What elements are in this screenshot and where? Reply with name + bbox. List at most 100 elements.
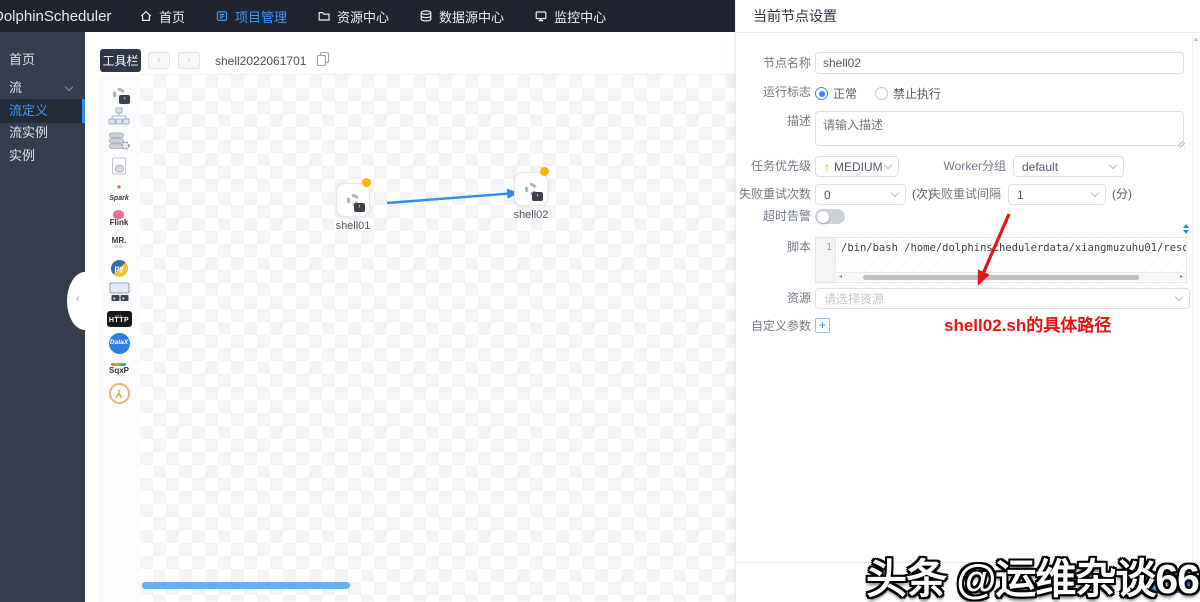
app-logo[interactable]: DolphinScheduler (0, 8, 111, 25)
radio-label: 正常 (833, 87, 858, 101)
status-dot (362, 178, 371, 187)
palette-item-conditions[interactable] (108, 383, 130, 404)
terminal-icon: › (532, 192, 543, 201)
sidebar-collapse-handle[interactable]: ‹ (67, 272, 103, 330)
nav-item-label: 监控中心 (554, 9, 607, 25)
worker-group-value: default (1022, 159, 1059, 174)
priority-value: MEDIUM (834, 159, 883, 174)
palette-item-sql[interactable] (110, 157, 129, 179)
palette-item-shell[interactable]: › (107, 83, 131, 104)
resources-select[interactable]: 请选择资源 (815, 288, 1190, 309)
palette-item-datax[interactable]: DataX (108, 333, 130, 354)
monitor-icon (534, 9, 548, 23)
sidebar-item-label: 实例 (9, 148, 36, 163)
nav-item-datasource-center[interactable]: 数据源中心 (419, 7, 504, 26)
field-label-resources: 资源 (786, 291, 811, 305)
palette-item-dependent[interactable] (108, 282, 131, 306)
dag-node-shell02[interactable]: › shell02 (511, 167, 551, 221)
shell-node-card: › (336, 178, 371, 217)
app-window: DolphinScheduler 首页 项目管理 资源中心 数据源中心 监控中心… (0, 0, 1200, 602)
node-label: shell02 (513, 209, 549, 221)
palette-item-flink[interactable]: Flink (110, 208, 128, 229)
conditions-task-icon (108, 383, 130, 404)
palette-item-procedure[interactable] (108, 132, 130, 155)
palette-item-spark[interactable]: * Spark (109, 183, 128, 204)
node-name-input[interactable] (815, 52, 1184, 74)
scrollbar-up-arrow[interactable]: ▲ (1193, 37, 1199, 43)
palette-item-http[interactable]: ▪▪▪ HTTP (106, 308, 132, 329)
editor-line-number: 1 (816, 238, 836, 282)
node-label: shell01 (335, 220, 371, 232)
sidebar-item-task-instance[interactable]: 实例 (0, 144, 85, 168)
tab-scroll-left-button[interactable]: ‹ (148, 52, 170, 69)
dependent-task-icon (108, 282, 131, 306)
scroll-right-arrow[interactable]: ▸ (1180, 273, 1183, 282)
palette-item-subprocess[interactable] (108, 107, 130, 129)
datax-task-icon: DataX (108, 333, 130, 354)
nav-item-resource-center[interactable]: 资源中心 (317, 7, 389, 26)
priority-up-arrow-icon: ↑ (824, 159, 830, 174)
database-icon (419, 9, 433, 23)
chevron-down-icon (1090, 188, 1100, 197)
radio-unchecked-icon (875, 87, 889, 100)
description-textarea[interactable] (815, 111, 1184, 146)
worker-group-select[interactable]: default (1013, 156, 1124, 177)
tab-scroll-right-button[interactable]: › (178, 52, 200, 69)
textarea-resize-handle[interactable] (1178, 141, 1185, 148)
editor-scroll-thumb[interactable] (863, 274, 1139, 280)
sidebar-item-home[interactable]: 首页 (0, 48, 85, 72)
field-label-retry-interval: 失败重试间隔 (928, 187, 1001, 201)
field-label-run-flag: 运行标志 (762, 85, 811, 99)
sidebar-item-label: 流实例 (9, 125, 49, 140)
chevron-down-icon (1174, 292, 1184, 301)
sidebar-item-workflow[interactable]: 流 (0, 76, 85, 100)
palette-item-python[interactable]: py (110, 258, 128, 279)
nav-item-label: 首页 (159, 9, 186, 25)
canvas-horizontal-scrollbar[interactable] (142, 582, 350, 589)
dag-tab-bar: ‹ › shell2022061701 (140, 47, 735, 75)
scroll-left-arrow[interactable]: ◂ (839, 273, 842, 282)
procedure-task-icon (108, 132, 130, 155)
dag-canvas[interactable]: › shell01 › shell02 (140, 75, 735, 602)
script-editor[interactable]: 1 /bin/bash /home/dolphinschedulerdata/x… (815, 237, 1187, 283)
annotation-text: shell02.sh的具体路径 (944, 316, 1112, 335)
nav-item-label: 项目管理 (235, 9, 288, 25)
sqoop-label: SqxP (108, 365, 129, 375)
spark-label: Spark (109, 195, 129, 202)
run-flag-radio-prohibit[interactable]: 禁止执行 (875, 85, 941, 102)
palette-item-sqoop[interactable]: SqxP (109, 358, 129, 379)
nav-item-home[interactable]: 首页 (139, 7, 185, 26)
timeout-alarm-toggle[interactable] (815, 209, 845, 224)
shell-task-icon: › (107, 83, 131, 104)
add-custom-param-button[interactable]: + (815, 318, 830, 333)
nav-item-label: 数据源中心 (439, 9, 505, 25)
field-label-custom-params: 自定义参数 (750, 319, 811, 333)
task-palette: › * Spark Flink MR. oo py ▪▪▪ HTTP DataX… (98, 75, 140, 602)
toolbar-label: 工具栏 (100, 49, 141, 72)
dag-tab-title[interactable]: shell2022061701 (215, 54, 306, 68)
retry-interval-value: 1 (1017, 187, 1024, 202)
sidebar-item-workflow-instance[interactable]: 流实例 (0, 121, 85, 145)
dag-node-shell01[interactable]: › shell01 (333, 178, 373, 232)
copy-icon[interactable] (317, 52, 330, 66)
nav-item-monitor-center[interactable]: 监控中心 (534, 7, 606, 26)
edge-shell01-shell02 (386, 188, 519, 205)
retry-interval-select[interactable]: 1 (1008, 184, 1106, 205)
retry-interval-unit: (分) (1112, 187, 1132, 201)
status-dot (540, 167, 549, 176)
dag-main-area: 工具栏 ‹ › shell2022061701 › * Spark Flink … (85, 32, 735, 602)
nav-item-project-management[interactable]: 项目管理 (215, 7, 287, 26)
sidebar-item-workflow-definition[interactable]: 流定义 (0, 99, 85, 123)
editor-expand-icon[interactable] (1183, 224, 1191, 235)
chevron-down-icon (1108, 160, 1118, 169)
run-flag-radio-normal[interactable]: 正常 (815, 85, 857, 102)
field-label-node-name: 节点名称 (762, 56, 811, 70)
field-label-description: 描述 (786, 114, 811, 128)
palette-item-mr[interactable]: MR. oo (112, 233, 127, 254)
editor-horizontal-scrollbar[interactable]: ◂ ▸ (837, 272, 1185, 281)
folder-icon (317, 9, 331, 23)
panel-scrollbar[interactable] (1192, 34, 1200, 562)
home-icon (139, 9, 153, 23)
field-label-priority: 任务优先级 (750, 159, 811, 173)
http-task-icon: ▪▪▪ HTTP (106, 310, 132, 327)
